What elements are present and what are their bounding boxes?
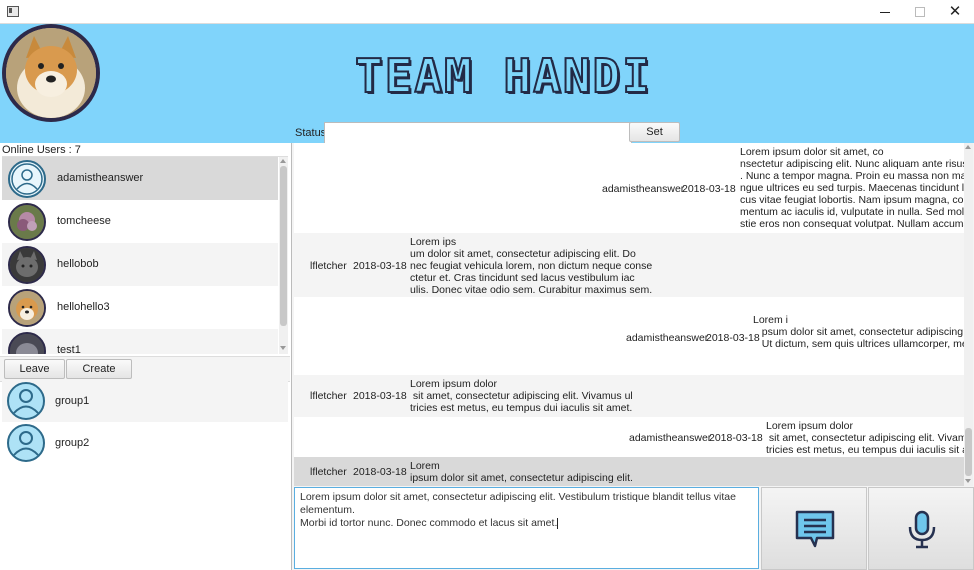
group-icon: [6, 423, 46, 463]
group-name: group1: [55, 395, 90, 407]
group-list-item[interactable]: group1: [2, 380, 288, 422]
message-text: Lorem ips um dolor sit amet, consectetur…: [410, 236, 653, 296]
message-row[interactable]: adamistheanswer 2018-03-18 Lorem ipsum d…: [294, 143, 964, 233]
message-text: Lorem ipsum dolor sit amet, co nsectetur…: [740, 146, 964, 230]
message-date: 2018-03-18: [353, 466, 407, 478]
close-button[interactable]: ✕: [940, 2, 970, 21]
doge-avatar-image: [6, 28, 96, 118]
group-list-item[interactable]: group2: [2, 422, 288, 464]
message-sender: adamistheanswer: [629, 432, 712, 444]
user-name: tomcheese: [57, 215, 111, 227]
message-date: 2018-03-18: [353, 260, 407, 272]
doge-photo-icon: [8, 289, 46, 327]
scrollbar-thumb[interactable]: [280, 166, 287, 326]
set-status-button[interactable]: Set Status: [629, 122, 680, 156]
message-input[interactable]: Lorem ipsum dolor sit amet, consectetur …: [294, 487, 759, 569]
profile-avatar[interactable]: [2, 24, 100, 122]
cat-photo-icon: [8, 332, 46, 354]
send-message-button[interactable]: [761, 487, 867, 570]
message-row[interactable]: lfletcher 2018-03-18 Lorem ips um dolor …: [294, 233, 964, 297]
message-input-value: Lorem ipsum dolor sit amet, consectetur …: [300, 491, 736, 529]
message-row[interactable]: lfletcher 2018-03-18 Lorem ipsum dolor s…: [294, 375, 964, 417]
online-users-count: Online Users : 7: [2, 144, 81, 156]
voice-message-button[interactable]: [868, 487, 974, 570]
message-sender: lfletcher: [310, 260, 347, 272]
message-sender: adamistheanswer: [602, 183, 685, 195]
cat-photo-icon: [8, 246, 46, 284]
scroll-down-icon[interactable]: [280, 346, 286, 350]
message-text: Lorem i psum dolor sit amet, consectetur…: [753, 314, 964, 350]
maximize-button[interactable]: [905, 2, 935, 21]
message-sender: lfletcher: [310, 466, 347, 478]
message-input-text: Lorem ipsum dolor sit amet, consectetur …: [300, 491, 755, 530]
message-date: 2018-03-18: [682, 183, 736, 195]
message-text: Lorem ipsum dolor sit amet, consectetur …: [410, 378, 633, 414]
message-icon: [795, 510, 835, 548]
scrollbar-thumb[interactable]: [965, 428, 972, 476]
team-logo: TEAM HANDI: [354, 48, 652, 104]
group-name: group2: [55, 437, 90, 449]
message-text: Lorem ipsum dolor sit amet, consectetur …: [410, 460, 633, 484]
user-list-item[interactable]: hellohello3: [2, 286, 278, 329]
window-titlebar: ✕: [0, 0, 974, 24]
microphone-icon: [908, 510, 936, 549]
user-list-item[interactable]: hellobob: [2, 243, 278, 286]
text-caret: [557, 517, 559, 529]
user-list-item[interactable]: adamistheanswer: [2, 157, 278, 200]
maximize-icon: [915, 7, 925, 18]
message-row[interactable]: adamistheanswer 2018-03-18 Lorem i psum …: [294, 297, 964, 375]
message-date: 2018-03-18: [709, 432, 763, 444]
user-list-item[interactable]: test1: [2, 329, 278, 354]
message-date: 2018-03-18: [706, 332, 760, 344]
message-date: 2018-03-18: [353, 390, 407, 402]
leave-group-button[interactable]: Leave Group: [4, 359, 65, 393]
user-name: test1: [57, 344, 81, 354]
create-group-button[interactable]: Create Group: [66, 359, 132, 393]
scroll-up-icon[interactable]: [280, 159, 286, 163]
chat-messages[interactable]: adamistheanswer 2018-03-18 Lorem ipsum d…: [294, 143, 964, 486]
message-sender: lfletcher: [310, 390, 347, 402]
user-list-item[interactable]: tomcheese: [2, 200, 278, 243]
message-row[interactable]: adamistheanswer 2018-03-18 Lorem ipsum d…: [294, 417, 964, 457]
chat-scrollbar[interactable]: [964, 143, 973, 486]
scroll-up-icon[interactable]: [965, 145, 971, 149]
default-user-icon: [8, 160, 46, 198]
user-list[interactable]: adamistheanswer tomcheese hellobob hello…: [2, 156, 288, 354]
user-name: hellobob: [57, 258, 99, 270]
flower-photo-icon: [8, 203, 46, 241]
user-name: hellohello3: [57, 301, 110, 313]
user-name: adamistheanswer: [57, 172, 144, 184]
message-row[interactable]: lfletcher 2018-03-18 Lorem ipsum dolor s…: [294, 457, 964, 486]
minimize-button[interactable]: [870, 2, 900, 21]
group-icon: [6, 381, 46, 421]
user-list-scrollbar[interactable]: [279, 157, 288, 354]
minimize-icon: [880, 11, 890, 13]
app-icon: [7, 6, 19, 17]
scroll-down-icon[interactable]: [965, 479, 971, 483]
message-text: Lorem ipsum dolor sit amet, consectetur …: [766, 420, 964, 456]
message-sender: adamistheanswer: [626, 332, 709, 344]
status-input[interactable]: [324, 122, 632, 145]
